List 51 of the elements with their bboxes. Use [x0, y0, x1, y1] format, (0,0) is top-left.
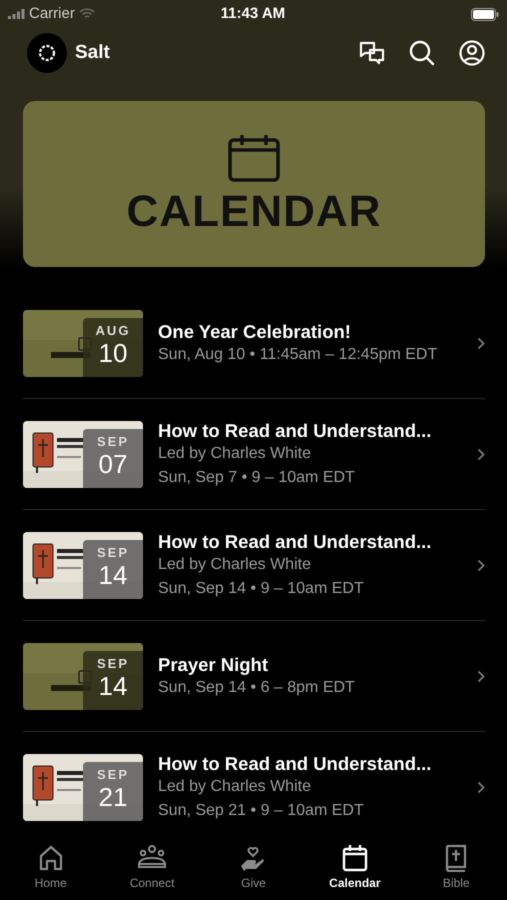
event-detail: Sun, Sep 14 • 9 – 10am EDT: [158, 579, 365, 599]
chevron-icon: [477, 448, 485, 461]
event-title: How to Read and Understand...: [158, 752, 432, 775]
event-detail: Sun, Sep 7 • 9 – 10am EDT: [158, 468, 356, 488]
chevron-icon: [477, 559, 485, 572]
event-day: 14: [98, 562, 128, 588]
event-row[interactable]: SEP 07 How to Read and Understand... Led by Charles White Sun, Sep 7 • 9 – 10am EDT: [23, 399, 485, 510]
carrier-name: Carrier: [29, 4, 75, 24]
event-title: How to Read and Understand...: [158, 419, 432, 442]
chevron-icon: [477, 670, 485, 683]
event-row[interactable]: SEP 14 Prayer Night Sun, Sep 14 • 6 – 8pm EDT: [23, 621, 485, 732]
tab-button[interactable]: Bible: [406, 844, 506, 900]
chevron-icon: [477, 781, 485, 794]
event-month: SEP: [96, 657, 129, 670]
status-time: 11:43 AM: [220, 4, 286, 24]
event-day: 07: [98, 451, 128, 477]
tab-button[interactable]: Home: [0, 844, 101, 900]
search-icon[interactable]: [409, 40, 435, 66]
banner-title: CALENDAR: [126, 190, 382, 234]
event-month: SEP: [96, 546, 129, 559]
battery-icon: [470, 8, 499, 20]
app-logo[interactable]: [27, 33, 67, 73]
calendar-icon: [340, 844, 369, 872]
event-row[interactable]: AUG 10 One Year Celebration! Sun, Aug 10 • 11:45am – 12:45pm EDT: [23, 288, 485, 399]
event-detail: Led by Charles White: [158, 555, 312, 575]
calendar-icon: [228, 134, 280, 182]
event-day: 10: [98, 340, 128, 366]
tab-button[interactable]: Connect: [102, 844, 202, 900]
event-month: SEP: [96, 435, 129, 448]
event-month: AUG: [96, 324, 130, 337]
event-row[interactable]: SEP 21 How to Read and Understand... Led by Charles White Sun, Sep 21 • 9 – 10am EDT: [23, 732, 485, 838]
event-month: SEP: [96, 768, 129, 781]
tab-button[interactable]: Give: [203, 844, 304, 900]
event-day: 14: [98, 673, 128, 699]
app-title: Salt: [75, 40, 110, 65]
event-row[interactable]: SEP 14 How to Read and Understand... Led by Charles White Sun, Sep 14 • 9 – 10am EDT: [23, 510, 485, 621]
chevron-icon: [477, 337, 485, 350]
wifi-icon: [78, 8, 95, 20]
profile-icon[interactable]: [459, 40, 485, 66]
event-detail: Led by Charles White: [158, 777, 312, 797]
chat-icon[interactable]: [359, 41, 385, 65]
event-detail: Sun, Aug 10 • 11:45am – 12:45pm EDT: [158, 345, 438, 365]
event-day: 21: [98, 784, 128, 810]
tab-button[interactable]: Calendar: [304, 844, 405, 900]
event-detail: Sun, Sep 21 • 9 – 10am EDT: [158, 801, 365, 821]
event-detail: Sun, Sep 14 • 6 – 8pm EDT: [158, 678, 355, 698]
event-title: Prayer Night: [158, 653, 270, 676]
event-title: How to Read and Understand...: [158, 530, 432, 553]
signal-icon: [8, 9, 25, 19]
event-detail: Led by Charles White: [158, 444, 312, 464]
event-title: One Year Celebration!: [158, 320, 352, 343]
